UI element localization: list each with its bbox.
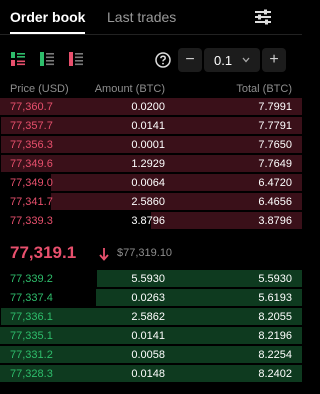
mid-price-row: 77,319.1 $77,319.10 bbox=[0, 240, 302, 266]
increase-tick-button[interactable]: + bbox=[262, 48, 286, 72]
help-icon[interactable] bbox=[155, 52, 171, 68]
header-total: Total (BTC) bbox=[236, 83, 292, 95]
bid-row[interactable]: 77,337.4 0.0263 5.6193 bbox=[0, 289, 302, 307]
tab-bar: Order book Last trades bbox=[0, 0, 302, 34]
ask-price: 77,357.7 bbox=[10, 120, 53, 132]
ask-row[interactable]: 77,339.3 3.8796 3.8796 bbox=[0, 212, 302, 230]
ask-amount: 0.0064 bbox=[131, 177, 165, 189]
ask-row[interactable]: 77,357.7 0.0141 7.7791 bbox=[0, 117, 302, 135]
ask-total: 7.7649 bbox=[258, 158, 292, 170]
bid-row[interactable]: 77,331.2 0.0058 8.2254 bbox=[0, 346, 302, 364]
bid-row[interactable]: 77,336.1 2.5862 8.2055 bbox=[0, 308, 302, 326]
ask-price: 77,356.3 bbox=[10, 139, 53, 151]
ask-row[interactable]: 77,341.7 2.5860 6.4656 bbox=[0, 193, 302, 211]
bid-price: 77,331.2 bbox=[10, 349, 53, 361]
ask-total: 6.4656 bbox=[258, 196, 292, 208]
bid-price: 77,328.3 bbox=[10, 368, 53, 380]
bid-total: 5.5930 bbox=[258, 273, 292, 285]
ask-price: 77,360.7 bbox=[10, 101, 53, 113]
ask-amount: 0.0001 bbox=[131, 139, 165, 151]
ask-row[interactable]: 77,356.3 0.0001 7.7650 bbox=[0, 136, 302, 154]
ask-amount: 3.8796 bbox=[131, 215, 165, 227]
bid-total: 8.2055 bbox=[258, 311, 292, 323]
mark-price: $77,319.10 bbox=[117, 247, 173, 259]
ask-price: 77,349.6 bbox=[10, 158, 53, 170]
ask-total: 6.4720 bbox=[258, 177, 292, 189]
ask-total: 7.7991 bbox=[258, 101, 292, 113]
bid-amount: 5.5930 bbox=[131, 273, 165, 285]
ask-row[interactable]: 77,349.6 1.2929 7.7649 bbox=[0, 155, 302, 173]
tick-size-select[interactable]: 0.1 bbox=[204, 48, 260, 72]
bid-row[interactable]: 77,339.2 5.5930 5.5930 bbox=[0, 270, 302, 288]
bid-price: 77,336.1 bbox=[10, 311, 53, 323]
ask-row[interactable]: 77,360.7 0.0200 7.7991 bbox=[0, 98, 302, 116]
chevron-down-icon bbox=[242, 57, 250, 63]
header-price: Price (USD) bbox=[10, 83, 69, 95]
bid-price: 77,339.2 bbox=[10, 273, 53, 285]
tab-order-book[interactable]: Order book bbox=[10, 9, 85, 25]
both-sides-view-icon[interactable] bbox=[11, 52, 25, 66]
bid-amount: 2.5862 bbox=[131, 311, 165, 323]
bid-price: 77,335.1 bbox=[10, 330, 53, 342]
ask-amount: 0.0200 bbox=[131, 101, 165, 113]
tick-size-value: 0.1 bbox=[214, 53, 233, 68]
bid-total: 5.6193 bbox=[258, 292, 292, 304]
asks-only-view-icon[interactable] bbox=[69, 52, 83, 66]
ask-total: 7.7650 bbox=[258, 139, 292, 151]
ask-price: 77,341.7 bbox=[10, 196, 53, 208]
bid-row[interactable]: 77,335.1 0.0141 8.2196 bbox=[0, 327, 302, 345]
bid-amount: 0.0263 bbox=[131, 292, 165, 304]
arrow-down-icon bbox=[99, 248, 109, 261]
ask-price: 77,349.0 bbox=[10, 177, 53, 189]
bid-price: 77,337.4 bbox=[10, 292, 53, 304]
bid-amount: 0.0058 bbox=[131, 349, 165, 361]
tab-last-trades[interactable]: Last trades bbox=[107, 9, 176, 25]
ask-price: 77,339.3 bbox=[10, 215, 53, 227]
bid-total: 8.2402 bbox=[258, 368, 292, 380]
decrease-tick-button[interactable]: − bbox=[178, 48, 202, 72]
last-price: 77,319.1 bbox=[10, 243, 77, 262]
bid-total: 8.2254 bbox=[258, 349, 292, 361]
ask-amount: 0.0141 bbox=[131, 120, 165, 132]
bids-only-view-icon[interactable] bbox=[40, 52, 54, 66]
ask-amount: 2.5860 bbox=[131, 196, 165, 208]
bid-row[interactable]: 77,328.3 0.0148 8.2402 bbox=[0, 365, 302, 383]
column-headers: Price (USD) Amount (BTC) Total (BTC) bbox=[0, 83, 302, 97]
order-book-toolbar: − 0.1 + bbox=[0, 48, 302, 72]
bid-amount: 0.0141 bbox=[131, 330, 165, 342]
sliders-icon[interactable] bbox=[253, 8, 273, 26]
tab-divider bbox=[0, 34, 302, 35]
ask-amount: 1.2929 bbox=[131, 158, 165, 170]
header-amount: Amount (BTC) bbox=[94, 83, 165, 95]
ask-total: 7.7791 bbox=[258, 120, 292, 132]
bid-total: 8.2196 bbox=[258, 330, 292, 342]
ask-row[interactable]: 77,349.0 0.0064 6.4720 bbox=[0, 174, 302, 192]
bid-amount: 0.0148 bbox=[131, 368, 165, 380]
ask-total: 3.8796 bbox=[258, 215, 292, 227]
